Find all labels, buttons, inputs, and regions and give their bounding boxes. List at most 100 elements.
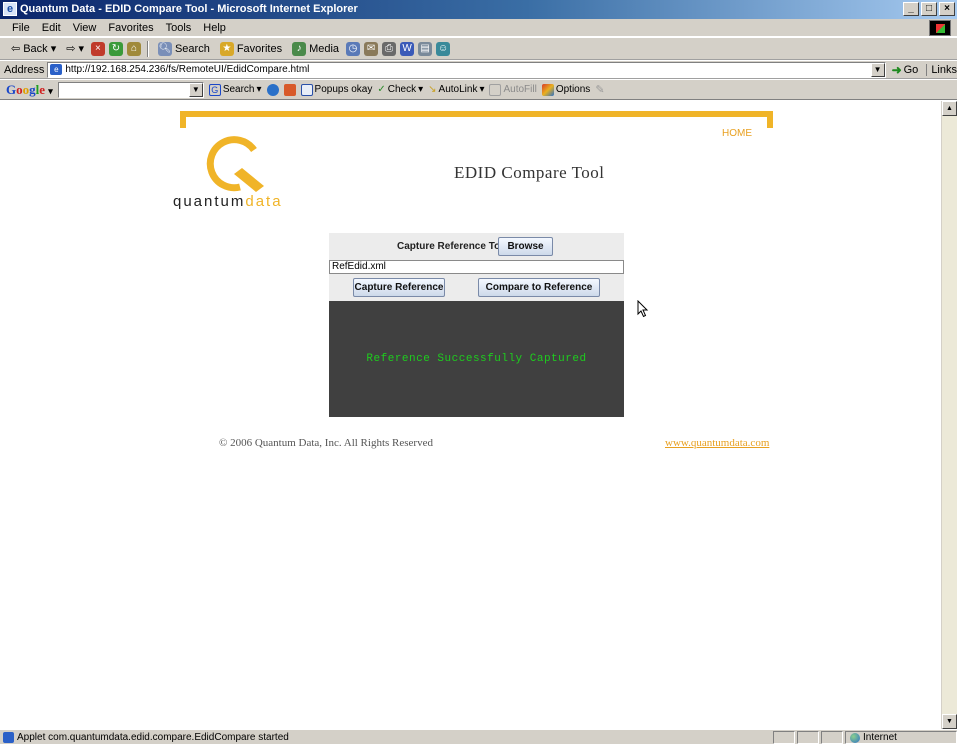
autofill-icon: [489, 83, 502, 96]
google-toolbar: Google ▾ ▼ G Search ▾ Popups okay ✓ Chec…: [0, 80, 957, 100]
mail-icon[interactable]: ✉: [364, 41, 379, 56]
page-icon: e: [50, 64, 63, 75]
logo-wordmark: quantumdata: [173, 193, 283, 210]
popups-label: Popups okay: [314, 84, 373, 95]
page-title: EDID Compare Tool: [454, 163, 605, 182]
menu-favorites[interactable]: Favorites: [102, 19, 159, 37]
ie-icon: e: [3, 2, 17, 16]
media-button[interactable]: ♪ Media: [289, 39, 342, 59]
chevron-down-icon: ▾: [479, 84, 485, 95]
go-button[interactable]: ➜ Go: [892, 63, 919, 77]
edit-icon[interactable]: W: [400, 41, 415, 56]
pagerank-icon[interactable]: [266, 83, 279, 96]
options-icon: [541, 83, 554, 96]
quantumdata-logo-icon: [206, 136, 264, 192]
popups-button[interactable]: Popups okay: [300, 83, 373, 96]
forward-arrow-icon: ⇨: [66, 43, 76, 55]
status-cell: [821, 731, 843, 744]
options-label: Options: [555, 84, 591, 95]
search-button[interactable]: 🔍︎ Search: [155, 39, 213, 59]
address-label: Address: [4, 63, 45, 76]
stop-icon[interactable]: ×: [90, 41, 105, 56]
home-icon[interactable]: ⌂: [126, 41, 141, 56]
window-title: Quantum Data - EDID Compare Tool - Micro…: [20, 3, 358, 15]
links-button[interactable]: Links: [926, 63, 957, 76]
header-frame-top: [180, 111, 773, 117]
favorites-label: Favorites: [236, 42, 283, 55]
refresh-icon[interactable]: ↻: [108, 41, 123, 56]
print-icon[interactable]: ⎙: [382, 41, 397, 56]
chevron-down-icon: ▾: [256, 84, 262, 95]
compare-to-reference-button[interactable]: Compare to Reference: [478, 278, 600, 297]
media-label: Media: [309, 42, 340, 55]
globe-icon: [850, 732, 860, 743]
popup-window-icon: [300, 83, 313, 96]
menu-file[interactable]: File: [6, 19, 36, 37]
search-icon: 🔍︎: [157, 41, 172, 56]
security-zone: Internet: [845, 731, 957, 744]
google-search-input[interactable]: ▼: [57, 81, 204, 98]
google-logo[interactable]: Google ▾: [6, 82, 53, 98]
options-button[interactable]: Options: [541, 83, 591, 96]
back-label: Back: [23, 42, 48, 55]
highlight-pen-icon[interactable]: ✎: [595, 83, 604, 96]
google-search-button[interactable]: G Search ▾: [208, 83, 262, 96]
back-arrow-icon: ⇦: [11, 43, 21, 55]
menu-bar: File Edit View Favorites Tools Help: [0, 19, 957, 37]
chevron-down-icon[interactable]: ▼: [188, 82, 203, 97]
address-bar: Address e http://192.168.254.236/fs/Remo…: [0, 61, 957, 79]
autofill-button[interactable]: AutoFill: [489, 83, 537, 96]
favorites-icon: ★: [219, 41, 234, 56]
status-bar: Applet com.quantumdata.edid.compare.Edid…: [0, 729, 957, 744]
home-link[interactable]: HOME: [722, 128, 752, 139]
address-input[interactable]: e http://192.168.254.236/fs/RemoteUI/Edi…: [47, 61, 886, 78]
spellcheck-icon: ✓: [377, 84, 386, 95]
capture-reference-label: Capture Reference To:: [397, 241, 504, 252]
capture-reference-button[interactable]: Capture Reference: [353, 278, 445, 297]
media-icon: ♪: [292, 41, 307, 56]
address-url: http://192.168.254.236/fs/RemoteUI/EdidC…: [65, 64, 310, 75]
browse-button[interactable]: Browse: [498, 237, 553, 256]
window-controls: _ □ ×: [903, 2, 955, 16]
autofill-label: AutoFill: [503, 84, 537, 95]
back-button[interactable]: ⇦ Back ▾: [8, 39, 59, 59]
window-titlebar: e Quantum Data - EDID Compare Tool - Mic…: [0, 0, 957, 19]
go-arrow-icon: ➜: [891, 62, 902, 77]
toolbar-separator: [146, 40, 149, 57]
zone-label: Internet: [863, 732, 897, 743]
menu-view[interactable]: View: [67, 19, 103, 37]
windows-logo-icon: [929, 20, 951, 36]
chevron-down-icon[interactable]: ▼: [870, 62, 885, 77]
menu-edit[interactable]: Edit: [36, 19, 67, 37]
status-console: Reference Successfully Captured: [329, 301, 624, 417]
vertical-scrollbar[interactable]: ▲ ▼: [941, 101, 957, 729]
history-icon[interactable]: ◷: [346, 41, 361, 56]
messenger-icon[interactable]: ☺: [436, 41, 451, 56]
minimize-button[interactable]: _: [903, 2, 919, 16]
close-button[interactable]: ×: [939, 2, 955, 16]
autolink-button[interactable]: ↘ AutoLink ▾: [428, 84, 484, 95]
google-search-label: Search: [222, 84, 255, 95]
scroll-up-arrow-icon[interactable]: ▲: [942, 101, 957, 116]
copyright-text: © 2006 Quantum Data, Inc. All Rights Res…: [219, 437, 433, 449]
edid-compare-applet: Capture Reference To: Browse RefEdid.xml…: [329, 233, 624, 417]
maximize-button[interactable]: □: [921, 2, 937, 16]
website-link[interactable]: www.quantumdata.com: [665, 437, 769, 449]
reference-file-input[interactable]: RefEdid.xml: [329, 260, 624, 274]
scroll-down-arrow-icon[interactable]: ▼: [942, 714, 957, 729]
go-label: Go: [903, 63, 919, 76]
check-button[interactable]: ✓ Check ▾: [377, 84, 423, 95]
menu-tools[interactable]: Tools: [160, 19, 198, 37]
mouse-cursor-icon: [637, 300, 649, 318]
status-text: Applet com.quantumdata.edid.compare.Edid…: [17, 731, 289, 743]
forward-button[interactable]: ⇨ ▾: [63, 39, 87, 59]
status-cell: [773, 731, 795, 744]
menu-help[interactable]: Help: [197, 19, 232, 37]
favorites-button[interactable]: ★ Favorites: [217, 39, 285, 59]
chevron-down-icon: ▾: [50, 43, 57, 55]
popup-blocker-icon[interactable]: [283, 83, 296, 96]
chevron-down-icon: ▾: [78, 43, 84, 55]
discuss-icon[interactable]: ▤: [418, 41, 433, 56]
page-viewport: HOME quantumdata EDID Compare Tool Captu…: [0, 101, 941, 729]
check-label: Check: [387, 84, 417, 95]
